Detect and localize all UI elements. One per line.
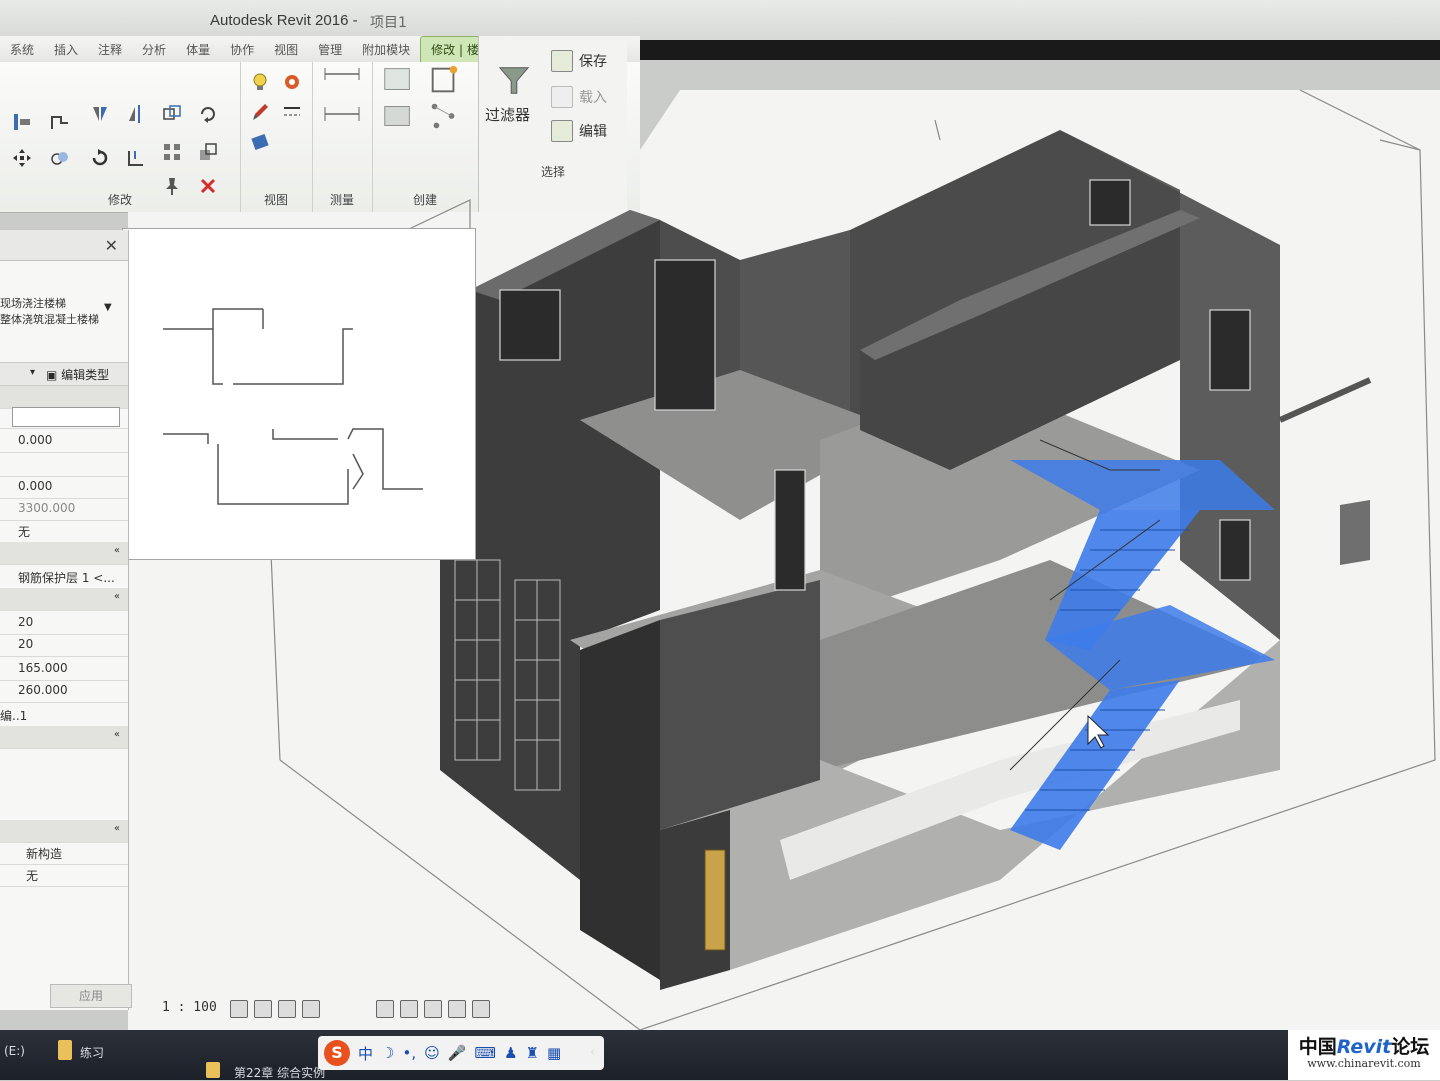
- detail-level-icon[interactable]: [230, 1000, 248, 1018]
- prop-row-actual-risers[interactable]: 20: [0, 634, 128, 657]
- sun-path-icon[interactable]: [278, 1000, 296, 1018]
- sogou-logo-icon: S: [324, 1040, 350, 1066]
- door[interactable]: [704, 849, 726, 951]
- prop-group-dimensions[interactable]: «: [0, 588, 128, 611]
- lock-view-icon[interactable]: [424, 1000, 442, 1018]
- close-icon[interactable]: ✕: [105, 236, 118, 255]
- crop-view-icon[interactable]: [376, 1000, 394, 1018]
- type-name: 整体浇筑混凝土楼梯: [0, 313, 99, 326]
- folder-icon: [58, 1040, 72, 1060]
- document-icon: [206, 1062, 220, 1078]
- site-watermark: 中国Revit论坛 www.chinarevit.com: [1288, 1030, 1440, 1080]
- prop-group-structure[interactable]: «: [0, 542, 128, 565]
- type-family: 现场浇注楼梯: [0, 297, 66, 310]
- prop-value: 钢筋保护层 1 <...: [18, 571, 115, 585]
- watermark-url: www.chinarevit.com: [1307, 1057, 1421, 1070]
- visual-style-icon[interactable]: [254, 1000, 272, 1018]
- prop-row-desired-risers[interactable]: 20: [0, 612, 128, 635]
- watermark-suffix: 论坛: [1391, 1036, 1430, 1058]
- edit-type-label: 编辑类型: [61, 368, 110, 382]
- punctuation-icon[interactable]: •,: [402, 1044, 416, 1062]
- chevron-left-icon[interactable]: ‹: [590, 1044, 596, 1060]
- prop-value: 无: [26, 869, 39, 883]
- taskbar-document[interactable]: 第22章 综合实例: [234, 1064, 325, 1081]
- taskbar-drive[interactable]: (E:): [4, 1044, 25, 1058]
- prop-value: 165.000: [18, 661, 68, 675]
- prop-value: 新构造: [26, 847, 63, 861]
- plan-preview-window[interactable]: [122, 228, 476, 560]
- prop-row-rebar-cover[interactable]: 钢筋保护层 1 <...: [0, 566, 128, 589]
- prop-value: 260.000: [18, 683, 68, 697]
- watermark-brand: Revit: [1336, 1036, 1392, 1058]
- temporary-hide-icon[interactable]: [448, 1000, 466, 1018]
- type-selector[interactable]: 现场浇注楼梯 整体浇筑混凝土楼梯: [0, 296, 120, 328]
- prop-value: 0.000: [18, 433, 53, 447]
- properties-header: ✕: [0, 230, 128, 261]
- prop-value: 3300.000: [18, 501, 76, 515]
- ime-toolbar[interactable]: S 中 ☽ •, ☺ 🎤 ⌨ ♟ ♜ ▦: [318, 1036, 604, 1070]
- chevron-down-icon[interactable]: ▼: [104, 302, 112, 313]
- prop-input[interactable]: [12, 407, 120, 427]
- prop-row-base-offset[interactable]: 0.000: [0, 430, 128, 453]
- properties-palette: ✕ 现场浇注楼梯 整体浇筑混凝土楼梯 ▼ ▾ ▣ 编辑类型 0.000 0.00…: [0, 230, 129, 1010]
- edit-type-icon: ▣: [46, 368, 62, 382]
- view-scale[interactable]: 1 : 100: [162, 1000, 217, 1015]
- collapse-icon[interactable]: «: [114, 823, 120, 834]
- prop-value: 无: [18, 525, 31, 539]
- show-crop-icon[interactable]: [400, 1000, 418, 1018]
- prop-row-top-offset[interactable]: 0.000: [0, 476, 128, 499]
- grid-icon[interactable]: ▦: [547, 1044, 561, 1062]
- prop-group-phasing[interactable]: «: [0, 820, 128, 843]
- microphone-icon[interactable]: 🎤: [448, 1044, 467, 1062]
- keyboard-icon[interactable]: ⌨: [474, 1044, 496, 1062]
- prop-value: 编..1: [0, 709, 28, 723]
- shirt-icon[interactable]: ♜: [526, 1044, 539, 1062]
- prop-row-multistory[interactable]: 无: [0, 520, 128, 543]
- prop-row-base-level[interactable]: [0, 406, 128, 429]
- edit-type-bar: ▾ ▣ 编辑类型: [0, 362, 128, 386]
- dropdown-arrow-icon[interactable]: ▾: [30, 367, 35, 378]
- prop-value: 0.000: [18, 479, 53, 493]
- prop-row-riser-height[interactable]: 165.000: [0, 658, 128, 681]
- ime-language[interactable]: 中: [358, 1043, 373, 1064]
- prop-row-tread-number[interactable]: 编..1: [0, 704, 128, 727]
- apply-button[interactable]: 应用: [50, 984, 132, 1008]
- prop-value: 20: [18, 615, 34, 629]
- user-icon[interactable]: ♟: [504, 1044, 517, 1062]
- moon-icon[interactable]: ☽: [381, 1044, 394, 1062]
- taskbar-folder[interactable]: 练习: [80, 1044, 104, 1061]
- prop-row-phase-demolished[interactable]: 无: [0, 864, 128, 887]
- shadows-icon[interactable]: [302, 1000, 320, 1018]
- floor-plan-drawing: [163, 308, 423, 505]
- collapse-icon[interactable]: «: [114, 729, 120, 740]
- prop-group-identity[interactable]: «: [0, 726, 128, 749]
- watermark-prefix: 中国: [1298, 1036, 1337, 1058]
- reveal-hidden-icon[interactable]: [472, 1000, 490, 1018]
- prop-row-phase-created[interactable]: 新构造: [0, 842, 128, 865]
- collapse-icon[interactable]: «: [114, 591, 120, 602]
- emoji-icon[interactable]: ☺: [424, 1044, 440, 1062]
- prop-value: 20: [18, 637, 34, 651]
- prop-row-tread-depth[interactable]: 260.000: [0, 680, 128, 703]
- prop-row-top-level[interactable]: [0, 454, 128, 477]
- edit-type-button[interactable]: ▣ 编辑类型: [46, 366, 109, 383]
- prop-row-desired-height[interactable]: 3300.000: [0, 498, 128, 521]
- collapse-icon[interactable]: «: [114, 545, 120, 556]
